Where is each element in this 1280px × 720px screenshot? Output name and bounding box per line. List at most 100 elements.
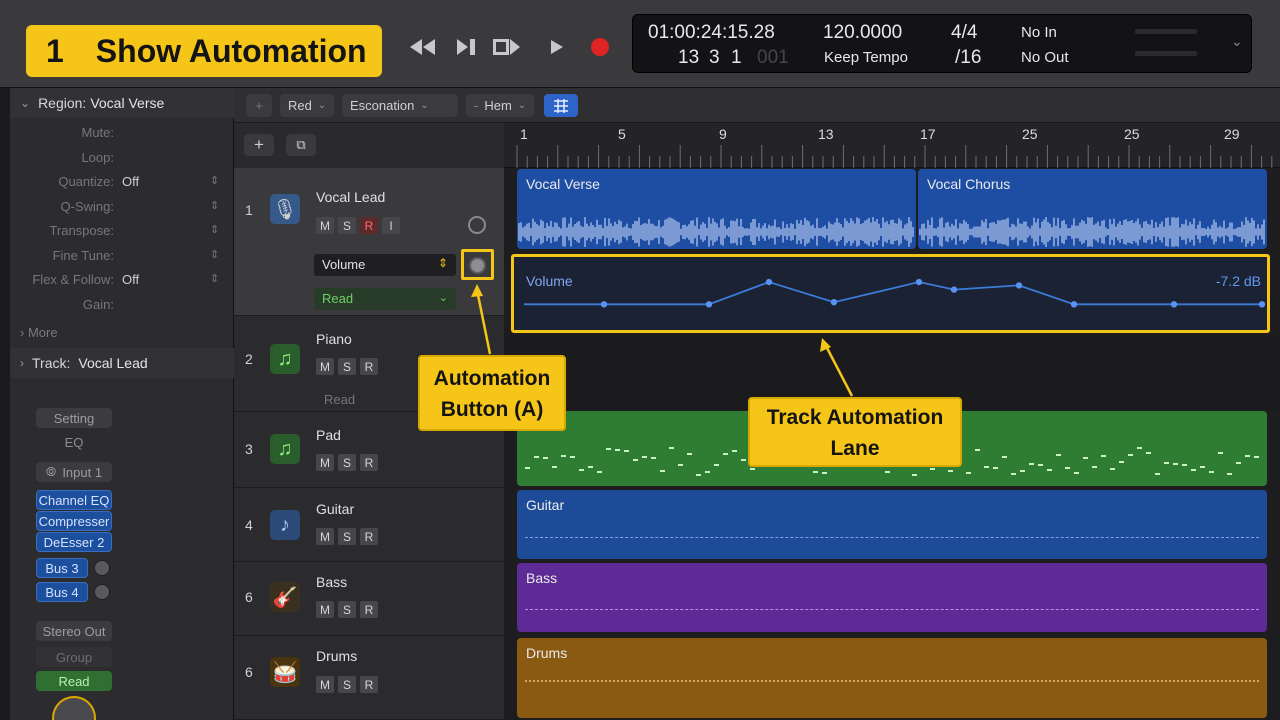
eq-display[interactable]: EQ xyxy=(36,432,112,452)
automation-node[interactable] xyxy=(950,286,958,293)
automation-node[interactable] xyxy=(1258,301,1266,308)
midi-note xyxy=(930,468,935,470)
show-automation-button[interactable] xyxy=(469,257,486,274)
param-gain[interactable]: Gain: xyxy=(10,297,234,319)
record-enable-button[interactable]: R xyxy=(360,676,378,693)
param-loop[interactable]: Loop: xyxy=(10,150,234,172)
automation-mode-label[interactable]: Read xyxy=(324,392,355,407)
record-enable-button[interactable]: R xyxy=(360,454,378,471)
volume-knob[interactable] xyxy=(468,216,486,234)
mute-button[interactable]: M xyxy=(316,358,334,375)
play-button[interactable] xyxy=(542,34,572,60)
stepper-icon[interactable]: ⇕ xyxy=(210,248,219,261)
send-level-knob[interactable] xyxy=(94,584,110,600)
input-monitor-button[interactable]: I xyxy=(382,217,400,234)
bar-ruler[interactable]: 1 5 9 13 17 25 25 29 xyxy=(504,123,1280,168)
region-vocal-chorus[interactable]: Vocal Chorus xyxy=(918,169,1267,249)
track-row-vocal-lead[interactable]: 1 🎙 Vocal Lead M S R I Volume ⇕ Read ⌄ xyxy=(234,168,504,316)
plugin-slot-deesser[interactable]: DeEsser 2 xyxy=(36,532,112,552)
mute-button[interactable]: M xyxy=(316,528,334,545)
catch-icon[interactable] xyxy=(544,94,578,117)
solo-button[interactable]: S xyxy=(338,528,356,545)
mute-button[interactable]: M xyxy=(316,676,334,693)
solo-button[interactable]: S xyxy=(338,601,356,618)
stepper-icon[interactable]: ⇕ xyxy=(210,199,219,212)
step-number: 1 xyxy=(46,32,64,69)
control-bar: 1 Show Automation 01:00:24:15.28 13 3 1 … xyxy=(0,0,1280,88)
automation-node[interactable] xyxy=(830,299,838,306)
edit-menu[interactable]: Red ⌄ xyxy=(280,94,335,117)
stepper-icon[interactable]: ⇕ xyxy=(210,223,219,236)
track-row-drums[interactable]: 6 🥁 Drums M S R xyxy=(234,636,504,720)
automation-node[interactable] xyxy=(915,278,923,286)
automation-node[interactable] xyxy=(705,301,713,308)
region-vocal-verse[interactable]: Vocal Verse xyxy=(517,169,916,249)
send-level-knob[interactable] xyxy=(94,560,110,576)
param-label: Q-Swing: xyxy=(60,199,114,214)
midi-note xyxy=(714,464,719,466)
record-enable-button[interactable]: R xyxy=(360,528,378,545)
stepper-icon[interactable]: ⇕ xyxy=(210,272,219,285)
forward-button[interactable] xyxy=(453,34,483,60)
solo-button[interactable]: S xyxy=(338,676,356,693)
pan-knob[interactable] xyxy=(52,696,96,720)
setting-button[interactable]: Setting xyxy=(36,408,112,428)
midi-note xyxy=(696,474,701,476)
stop-button[interactable] xyxy=(492,34,522,60)
plugin-slot-compressor[interactable]: Compresser xyxy=(36,511,112,531)
record-enable-button[interactable]: R xyxy=(360,601,378,618)
lcd-display[interactable]: 01:00:24:15.28 13 3 1 001 120.0000 Keep … xyxy=(632,14,1252,73)
plus-icon[interactable]: + xyxy=(246,94,272,117)
functions-menu[interactable]: Esconation ⌄ xyxy=(342,94,458,117)
automation-mode-slot[interactable]: Read xyxy=(36,671,112,691)
automation-mode-menu[interactable]: Read ⌄ xyxy=(314,288,456,310)
param-flex-follow[interactable]: Flex & Follow: Off ⇕ xyxy=(10,272,234,294)
region-inspector-header[interactable]: ⌄ Region: Vocal Verse xyxy=(10,88,234,118)
automation-node[interactable] xyxy=(1070,301,1078,308)
param-transpose[interactable]: Transpose: ⇕ xyxy=(10,223,234,245)
automation-curve[interactable] xyxy=(514,257,1267,330)
midi-note xyxy=(1209,471,1214,473)
region-guitar[interactable]: Guitar xyxy=(517,490,1267,559)
track-header-options-button[interactable]: ⧉ xyxy=(286,134,316,156)
mute-button[interactable]: M xyxy=(316,601,334,618)
param-quantize[interactable]: Quantize: Off ⇕ xyxy=(10,174,234,196)
input-slot[interactable]: ⦾ Input 1 xyxy=(36,462,112,482)
automation-node[interactable] xyxy=(1170,301,1178,308)
view-menu[interactable]: - Hem ⌄ xyxy=(466,94,534,117)
stepper-icon[interactable]: ⇕ xyxy=(210,174,219,187)
track-buttons: M S R xyxy=(316,528,378,545)
send-bus-4[interactable]: Bus 4 xyxy=(36,582,88,602)
track-inspector-header[interactable]: › Track: Vocal Lead xyxy=(10,348,234,378)
track-row-guitar[interactable]: 4 ♪ Guitar M S R xyxy=(234,488,504,562)
automation-node[interactable] xyxy=(1015,282,1023,289)
send-bus-3[interactable]: Bus 3 xyxy=(36,558,88,578)
mute-button[interactable]: M xyxy=(316,454,334,471)
record-enable-button[interactable]: R xyxy=(360,358,378,375)
region-drums[interactable]: Drums xyxy=(517,638,1267,718)
param-mute[interactable]: Mute: xyxy=(10,125,234,147)
param-fine-tune[interactable]: Fine Tune: ⇕ xyxy=(10,248,234,270)
add-track-button[interactable]: + xyxy=(244,134,274,156)
track-row-bass[interactable]: 6 🎸 Bass M S R xyxy=(234,562,504,636)
output-slot[interactable]: Stereo Out xyxy=(36,621,112,641)
chevron-down-icon[interactable]: ⌄ xyxy=(1231,33,1243,50)
plugin-slot-channel-eq[interactable]: Channel EQ xyxy=(36,490,112,510)
midi-note xyxy=(1254,456,1259,458)
record-enable-button[interactable]: R xyxy=(360,217,378,234)
automation-node[interactable] xyxy=(765,278,773,286)
rewind-button[interactable] xyxy=(408,34,438,60)
param-q-swing[interactable]: Q-Swing: ⇕ xyxy=(10,199,234,221)
region-bass[interactable]: Bass xyxy=(517,563,1267,632)
solo-button[interactable]: S xyxy=(338,454,356,471)
automation-parameter-menu[interactable]: Volume ⇕ xyxy=(314,254,456,276)
group-slot[interactable]: Group xyxy=(36,647,112,667)
param-label: Fine Tune: xyxy=(52,248,114,263)
record-button[interactable] xyxy=(585,34,615,60)
automation-node[interactable] xyxy=(600,301,608,308)
solo-button[interactable]: S xyxy=(338,217,356,234)
solo-button[interactable]: S xyxy=(338,358,356,375)
mute-button[interactable]: M xyxy=(316,217,334,234)
more-disclosure[interactable]: › More xyxy=(20,325,58,340)
automation-lane[interactable]: Volume -7.2 dB xyxy=(511,254,1270,333)
